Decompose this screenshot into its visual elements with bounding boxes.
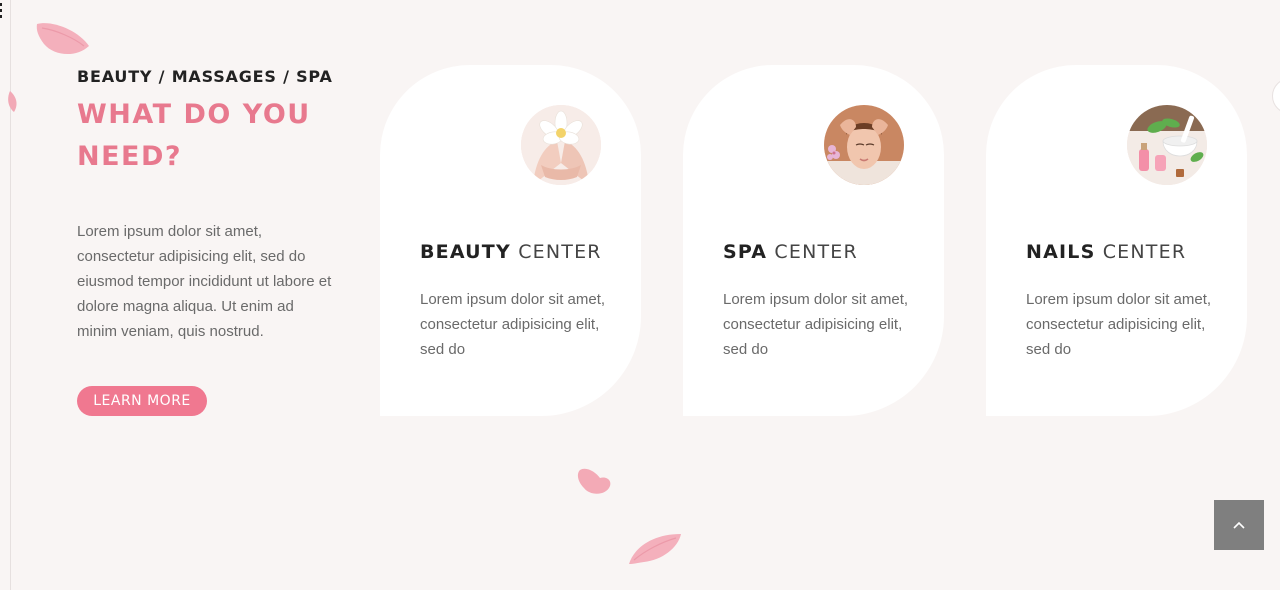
card-title-bold: NAILS: [1026, 241, 1096, 263]
petal-decoration: [8, 91, 17, 112]
learn-more-button[interactable]: LEARN MORE: [77, 386, 207, 416]
headline-line-2: NEED?: [77, 141, 183, 172]
card-title: SPA CENTER: [723, 241, 858, 263]
card-title-light: CENTER: [1102, 241, 1187, 263]
card-text: Lorem ipsum dolor sit amet, consectetur …: [1026, 291, 1212, 358]
edge-menu-icon[interactable]: [0, 3, 3, 21]
section-headline: WHAT DO YOU NEED?: [77, 94, 337, 178]
eyebrow-text: BEAUTY / MASSAGES / SPA: [77, 67, 333, 86]
scroll-to-top-button[interactable]: [1214, 500, 1264, 550]
carousel-next-control[interactable]: [1272, 78, 1280, 114]
service-card-spa[interactable]: SPA CENTER Lorem ipsum dolor sit amet, c…: [683, 65, 944, 416]
card-text: Lorem ipsum dolor sit amet, consectetur …: [420, 291, 606, 358]
petal-decoration: [577, 468, 611, 494]
service-card-nails[interactable]: NAILS CENTER Lorem ipsum dolor sit amet,…: [986, 65, 1247, 416]
face-massage-image: [824, 105, 904, 185]
card-title-light: CENTER: [774, 241, 858, 263]
card-title: NAILS CENTER: [1026, 241, 1186, 263]
hands-flower-image: [521, 105, 601, 185]
chevron-up-icon: [1233, 521, 1245, 529]
service-card-beauty[interactable]: BEAUTY CENTER Lorem ipsum dolor sit amet…: [380, 65, 641, 416]
card-title-bold: BEAUTY: [420, 241, 511, 263]
intro-heading-group: BEAUTY / MASSAGES / SPA WHAT DO YOU NEED…: [77, 60, 337, 178]
card-title-light: CENTER: [518, 241, 602, 263]
intro-paragraph: Lorem ipsum dolor sit amet, consectetur …: [77, 223, 332, 340]
headline-line-1: WHAT DO YOU: [77, 99, 311, 130]
spa-products-image: [1127, 105, 1207, 185]
left-border: [10, 0, 11, 590]
card-title: BEAUTY CENTER: [420, 241, 602, 263]
card-title-bold: SPA: [723, 241, 768, 263]
petal-decoration: [36, 23, 89, 55]
petal-decoration: [629, 534, 681, 564]
card-text: Lorem ipsum dolor sit amet, consectetur …: [723, 291, 909, 358]
